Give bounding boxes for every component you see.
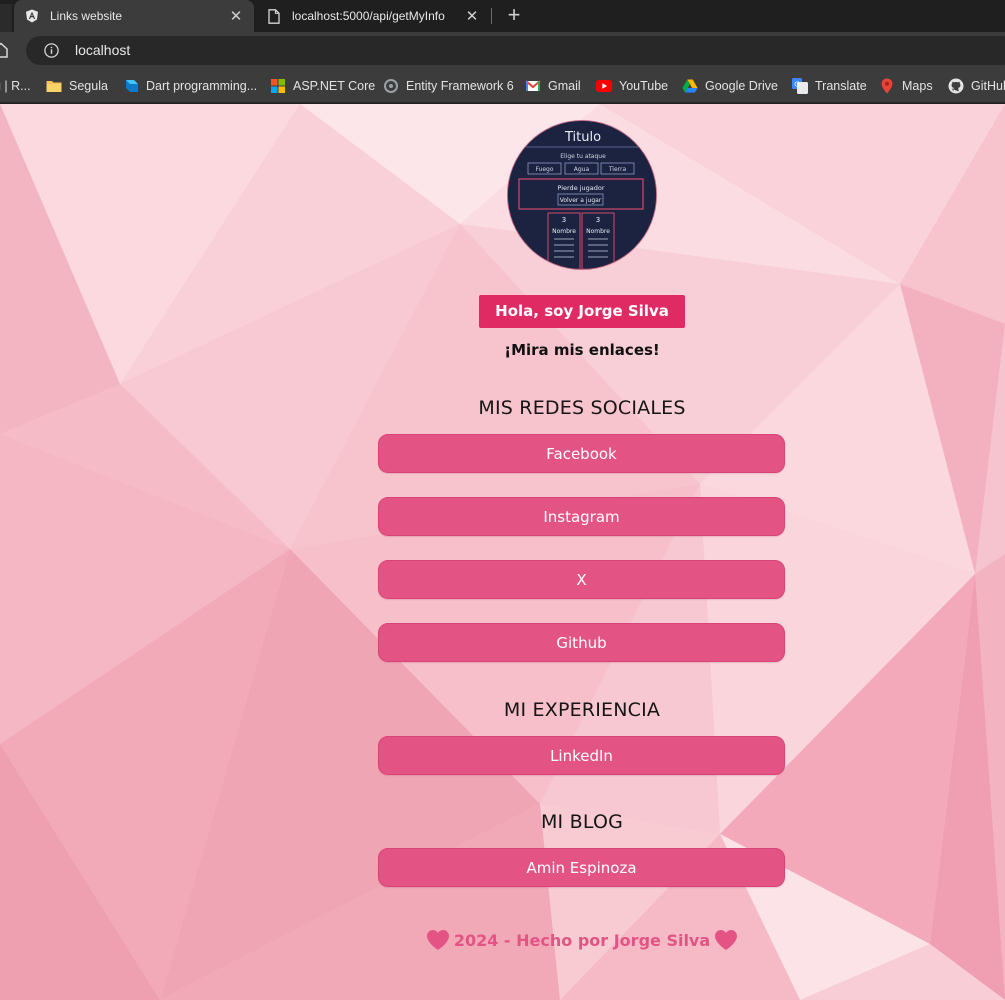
bookmark-github[interactable]: GitHub bbox=[948, 77, 1005, 95]
bookmark-label: Google Drive bbox=[705, 79, 778, 93]
link-button-blog[interactable]: Amin Espinoza bbox=[378, 848, 785, 887]
link-button-instagram[interactable]: Instagram bbox=[378, 497, 785, 536]
link-button-x[interactable]: X bbox=[378, 560, 785, 599]
home-icon[interactable] bbox=[0, 42, 8, 58]
close-icon[interactable]: ✕ bbox=[226, 6, 246, 26]
bookmark-r[interactable]: g | R... bbox=[0, 77, 31, 95]
avatar-subtitle: Elige tu ataque bbox=[560, 153, 606, 160]
microsoft-icon bbox=[270, 78, 286, 94]
entity-framework-icon bbox=[383, 78, 399, 94]
avatar-button-agua: Agua bbox=[574, 166, 590, 173]
document-icon bbox=[266, 8, 282, 24]
avatar-message: Pierde jugador bbox=[557, 184, 604, 192]
maps-icon bbox=[879, 78, 895, 94]
section-title-blog: MI BLOG bbox=[540, 811, 624, 833]
avatar-replay: Volver a jugar bbox=[560, 197, 602, 204]
tab-edge bbox=[0, 4, 12, 32]
bookmark-label: Gmail bbox=[548, 79, 581, 93]
bookmark-maps[interactable]: Maps bbox=[879, 77, 933, 95]
section-title-social: MIS REDES SOCIALES bbox=[478, 397, 686, 419]
greeting-banner: Hola, soy Jorge Silva bbox=[479, 295, 685, 328]
heart-icon bbox=[426, 929, 450, 951]
heart-icon bbox=[714, 929, 738, 951]
info-icon[interactable] bbox=[44, 43, 59, 58]
folder-icon bbox=[46, 78, 62, 94]
bookmark-label: Dart programming... bbox=[146, 79, 258, 93]
gmail-icon bbox=[525, 78, 541, 94]
avatar-title: Titulo bbox=[564, 130, 601, 145]
link-button-linkedin[interactable]: LinkedIn bbox=[378, 736, 785, 775]
close-icon[interactable]: ✕ bbox=[462, 6, 482, 26]
bookmark-dart[interactable]: Dart programming... bbox=[123, 77, 257, 95]
bookmark-gmail[interactable]: Gmail bbox=[525, 77, 581, 95]
omnibox[interactable]: localhost bbox=[26, 36, 1005, 65]
footer-text: 2024 - Hecho por Jorge Silva bbox=[453, 930, 711, 950]
bookmark-label: ASP.NET Core bbox=[293, 79, 376, 93]
bookmark-entity-framework[interactable]: Entity Framework 6 bbox=[383, 77, 514, 95]
bookmark-google-drive[interactable]: Google Drive bbox=[682, 77, 778, 95]
bookmark-aspnet[interactable]: ASP.NET Core bbox=[270, 77, 375, 95]
avatar: Titulo Elige tu ataque Fuego Agua Tierra… bbox=[507, 120, 657, 270]
address-bar: localhost bbox=[0, 32, 1005, 69]
bookmark-segula[interactable]: Segula bbox=[46, 77, 108, 95]
tab-api-getmyinfo[interactable]: localhost:5000/api/getMyInfo ✕ bbox=[256, 0, 490, 32]
section-title-experience: MI EXPERIENCIA bbox=[503, 699, 661, 721]
tab-links-website[interactable]: Links website ✕ bbox=[14, 0, 254, 32]
translate-icon: G bbox=[792, 78, 808, 94]
bookmark-youtube[interactable]: YouTube bbox=[596, 77, 668, 95]
bookmark-label: YouTube bbox=[619, 79, 669, 93]
new-tab-button[interactable]: + bbox=[502, 4, 526, 28]
footer: 2024 - Hecho por Jorge Silva bbox=[382, 925, 782, 955]
avatar-button-fuego: Fuego bbox=[535, 166, 553, 173]
link-button-facebook[interactable]: Facebook bbox=[378, 434, 785, 473]
bookmark-label: Maps bbox=[902, 79, 933, 93]
avatar-score-2: 3 bbox=[596, 216, 600, 224]
links-page-content: Titulo Elige tu ataque Fuego Agua Tierra… bbox=[0, 104, 1005, 1000]
github-icon bbox=[948, 78, 964, 94]
bookmark-label: Translate bbox=[815, 79, 867, 93]
bookmark-translate[interactable]: G Translate bbox=[792, 77, 867, 95]
bookmarks-bar: g | R... Segula Dart programming... ASP.… bbox=[0, 69, 1005, 103]
google-drive-icon bbox=[682, 78, 698, 94]
svg-text:G: G bbox=[794, 81, 799, 89]
avatar-name-2: Nombre bbox=[586, 228, 610, 235]
avatar-button-tierra: Tierra bbox=[608, 166, 627, 173]
page-viewport: Titulo Elige tu ataque Fuego Agua Tierra… bbox=[0, 104, 1005, 1000]
browser-tab-strip: Links website ✕ localhost:5000/api/getMy… bbox=[0, 0, 1005, 32]
link-button-github[interactable]: Github bbox=[378, 623, 785, 662]
avatar-score-1: 3 bbox=[562, 216, 566, 224]
bookmark-label: Entity Framework 6 bbox=[406, 79, 514, 93]
tab-separator bbox=[491, 8, 492, 24]
tab-title: Links website bbox=[50, 9, 123, 23]
bookmark-label: Segula bbox=[69, 79, 108, 93]
bookmark-label: GitHub bbox=[971, 79, 1005, 93]
angular-icon bbox=[24, 8, 40, 24]
url-text[interactable]: localhost bbox=[75, 42, 130, 58]
dart-icon bbox=[123, 78, 139, 94]
bookmark-label: g | R... bbox=[0, 79, 31, 93]
tab-title: localhost:5000/api/getMyInfo bbox=[292, 9, 445, 23]
subtitle-text: ¡Mira mis enlaces! bbox=[504, 341, 660, 359]
game-screenshot-image: Titulo Elige tu ataque Fuego Agua Tierra… bbox=[508, 121, 656, 269]
youtube-icon bbox=[596, 78, 612, 94]
avatar-name-1: Nombre bbox=[552, 228, 576, 235]
